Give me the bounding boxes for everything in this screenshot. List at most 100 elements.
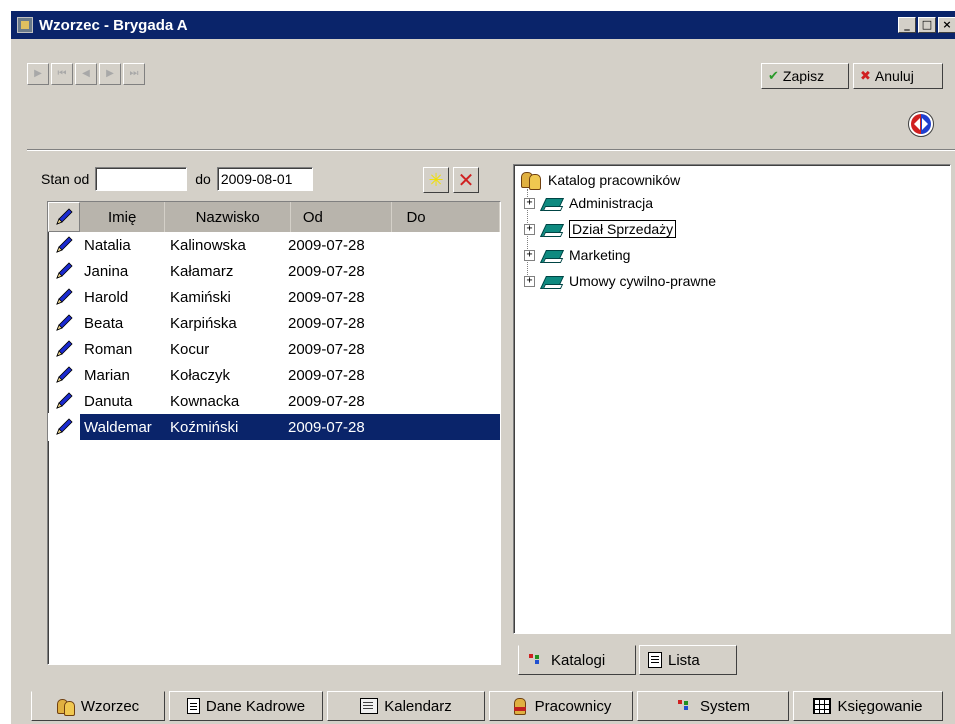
cell-nazwisko[interactable]: Karpińska <box>162 310 284 336</box>
table-row[interactable]: Harold Kamiński 2009-07-28 <box>48 284 500 310</box>
cell-nazwisko[interactable]: Kamiński <box>162 284 284 310</box>
toggle-arrows-button[interactable] <box>908 111 934 137</box>
maximize-button[interactable]: □ <box>918 17 936 33</box>
cell-imie[interactable]: Natalia <box>80 232 162 258</box>
cell-od[interactable]: 2009-07-28 <box>284 258 396 284</box>
table-row[interactable]: Janina Kałamarz 2009-07-28 <box>48 258 500 284</box>
tab-katalogi[interactable]: Katalogi <box>518 645 636 675</box>
tree-item-marketing[interactable]: + Marketing <box>524 247 630 263</box>
cell-od[interactable]: 2009-07-28 <box>284 284 396 310</box>
cell-nazwisko[interactable]: Kownacka <box>162 388 284 414</box>
tree-item-label: Marketing <box>569 247 631 263</box>
close-button[interactable]: × <box>938 17 955 33</box>
tab-pracownicy[interactable]: Pracownicy <box>489 691 633 721</box>
record-navigator: ▶ ⏮ ◀ ▶ ⏭ <box>27 63 145 85</box>
star-icon: ✳ <box>428 169 444 191</box>
expand-icon[interactable]: + <box>524 223 535 235</box>
cell-do[interactable] <box>396 258 500 284</box>
tree-item-label: Dział Sprzedaży <box>569 220 677 238</box>
cell-nazwisko[interactable]: Kocur <box>162 336 284 362</box>
title-bar[interactable]: Wzorzec - Brygada A _ □ × <box>11 11 955 39</box>
delete-x-icon: ✕ <box>457 168 475 192</box>
pen-icon[interactable] <box>48 414 80 440</box>
cell-od[interactable]: 2009-07-28 <box>284 336 396 362</box>
cell-od[interactable]: 2009-07-28 <box>284 414 396 440</box>
nav-next-icon[interactable]: ▶ <box>99 63 121 85</box>
cell-do[interactable] <box>396 284 500 310</box>
expand-icon[interactable]: + <box>524 249 535 261</box>
cancel-label: Anuluj <box>874 68 914 84</box>
cell-nazwisko[interactable]: Koźmiński <box>162 414 284 440</box>
person-icon <box>511 698 529 715</box>
cell-od[interactable]: 2009-07-28 <box>284 388 396 414</box>
tab-kalendarz[interactable]: Kalendarz <box>327 691 485 721</box>
cell-od[interactable]: 2009-07-28 <box>284 232 396 258</box>
table-row[interactable]: Roman Kocur 2009-07-28 <box>48 336 500 362</box>
cell-nazwisko[interactable]: Kalinowska <box>162 232 284 258</box>
cell-nazwisko[interactable]: Kołaczyk <box>162 362 284 388</box>
cell-do[interactable] <box>396 232 500 258</box>
add-row-button[interactable]: ✳ <box>423 167 449 193</box>
nav-first-icon[interactable]: ⏮ <box>51 63 73 85</box>
from-date-input[interactable] <box>95 167 188 191</box>
column-header-nazwisko[interactable]: Nazwisko <box>165 202 291 232</box>
edit-column-header[interactable] <box>48 202 80 232</box>
tab-kalendarz-label: Kalendarz <box>384 697 452 715</box>
tab-dane-kadrowe[interactable]: Dane Kadrowe <box>169 691 323 721</box>
column-header-imie[interactable]: Imię <box>79 202 166 232</box>
tree-item-umowy[interactable]: + Umowy cywilno-prawne <box>524 273 716 289</box>
table-row[interactable]: Marian Kołaczyk 2009-07-28 <box>48 362 500 388</box>
cell-imie[interactable]: Roman <box>80 336 162 362</box>
cell-od[interactable]: 2009-07-28 <box>284 362 396 388</box>
calendar-icon <box>360 698 379 714</box>
list-icon <box>648 652 662 668</box>
employees-icon <box>56 698 75 716</box>
pen-icon[interactable] <box>48 336 80 362</box>
table-row[interactable]: Waldemar Koźmiński 2009-07-28 <box>48 413 500 441</box>
cell-do[interactable] <box>396 310 500 336</box>
tree-item-administracja[interactable]: + Administracja <box>524 195 653 211</box>
spreadsheet-icon <box>813 698 832 714</box>
nav-prev-icon[interactable]: ◀ <box>75 63 97 85</box>
nav-last-icon[interactable]: ⏭ <box>123 63 145 85</box>
to-date-input[interactable] <box>216 167 313 191</box>
cell-do[interactable] <box>396 336 500 362</box>
tab-ksiegowanie[interactable]: Księgowanie <box>793 691 943 721</box>
cell-imie[interactable]: Harold <box>80 284 162 310</box>
column-header-od[interactable]: Od <box>290 202 393 232</box>
expand-icon[interactable]: + <box>524 197 535 209</box>
save-label: Zapisz <box>782 68 825 84</box>
delete-row-button[interactable]: ✕ <box>453 167 479 193</box>
cell-imie[interactable]: Waldemar <box>80 414 162 440</box>
cell-do[interactable] <box>396 414 500 440</box>
table-row[interactable]: Danuta Kownacka 2009-07-28 <box>48 388 500 414</box>
cell-imie[interactable]: Beata <box>80 310 162 336</box>
cell-od[interactable]: 2009-07-28 <box>284 310 396 336</box>
tree-root[interactable]: Katalog pracowników <box>520 171 680 190</box>
pen-icon[interactable] <box>48 258 80 284</box>
employee-grid: Imię Nazwisko Od Do Natalia Kalinowska 200… <box>47 201 501 665</box>
cell-do[interactable] <box>396 388 500 414</box>
cell-imie[interactable]: Janina <box>80 258 162 284</box>
table-row[interactable]: Beata Karpińska 2009-07-28 <box>48 310 500 336</box>
cell-imie[interactable]: Danuta <box>80 388 162 414</box>
save-button[interactable]: ✔ Zapisz <box>761 63 849 89</box>
table-row[interactable]: Natalia Kalinowska 2009-07-28 <box>48 232 500 258</box>
tab-lista[interactable]: Lista <box>639 645 737 675</box>
nav-post-icon[interactable]: ▶ <box>27 63 49 85</box>
pen-icon[interactable] <box>48 310 80 336</box>
cancel-button[interactable]: ✖ Anuluj <box>853 63 943 89</box>
cell-do[interactable] <box>396 362 500 388</box>
pen-icon[interactable] <box>48 388 80 414</box>
column-header-do[interactable]: Do <box>392 202 500 232</box>
tree-item-dzial-sprzedazy[interactable]: + Dział Sprzedaży <box>524 220 677 238</box>
tab-system[interactable]: System <box>637 691 789 721</box>
expand-icon[interactable]: + <box>524 275 535 287</box>
pen-icon[interactable] <box>48 284 80 310</box>
pen-icon[interactable] <box>48 232 80 258</box>
minimize-button[interactable]: _ <box>898 17 916 33</box>
pen-icon[interactable] <box>48 362 80 388</box>
tab-wzorzec[interactable]: Wzorzec <box>31 691 165 721</box>
cell-nazwisko[interactable]: Kałamarz <box>162 258 284 284</box>
cell-imie[interactable]: Marian <box>80 362 162 388</box>
